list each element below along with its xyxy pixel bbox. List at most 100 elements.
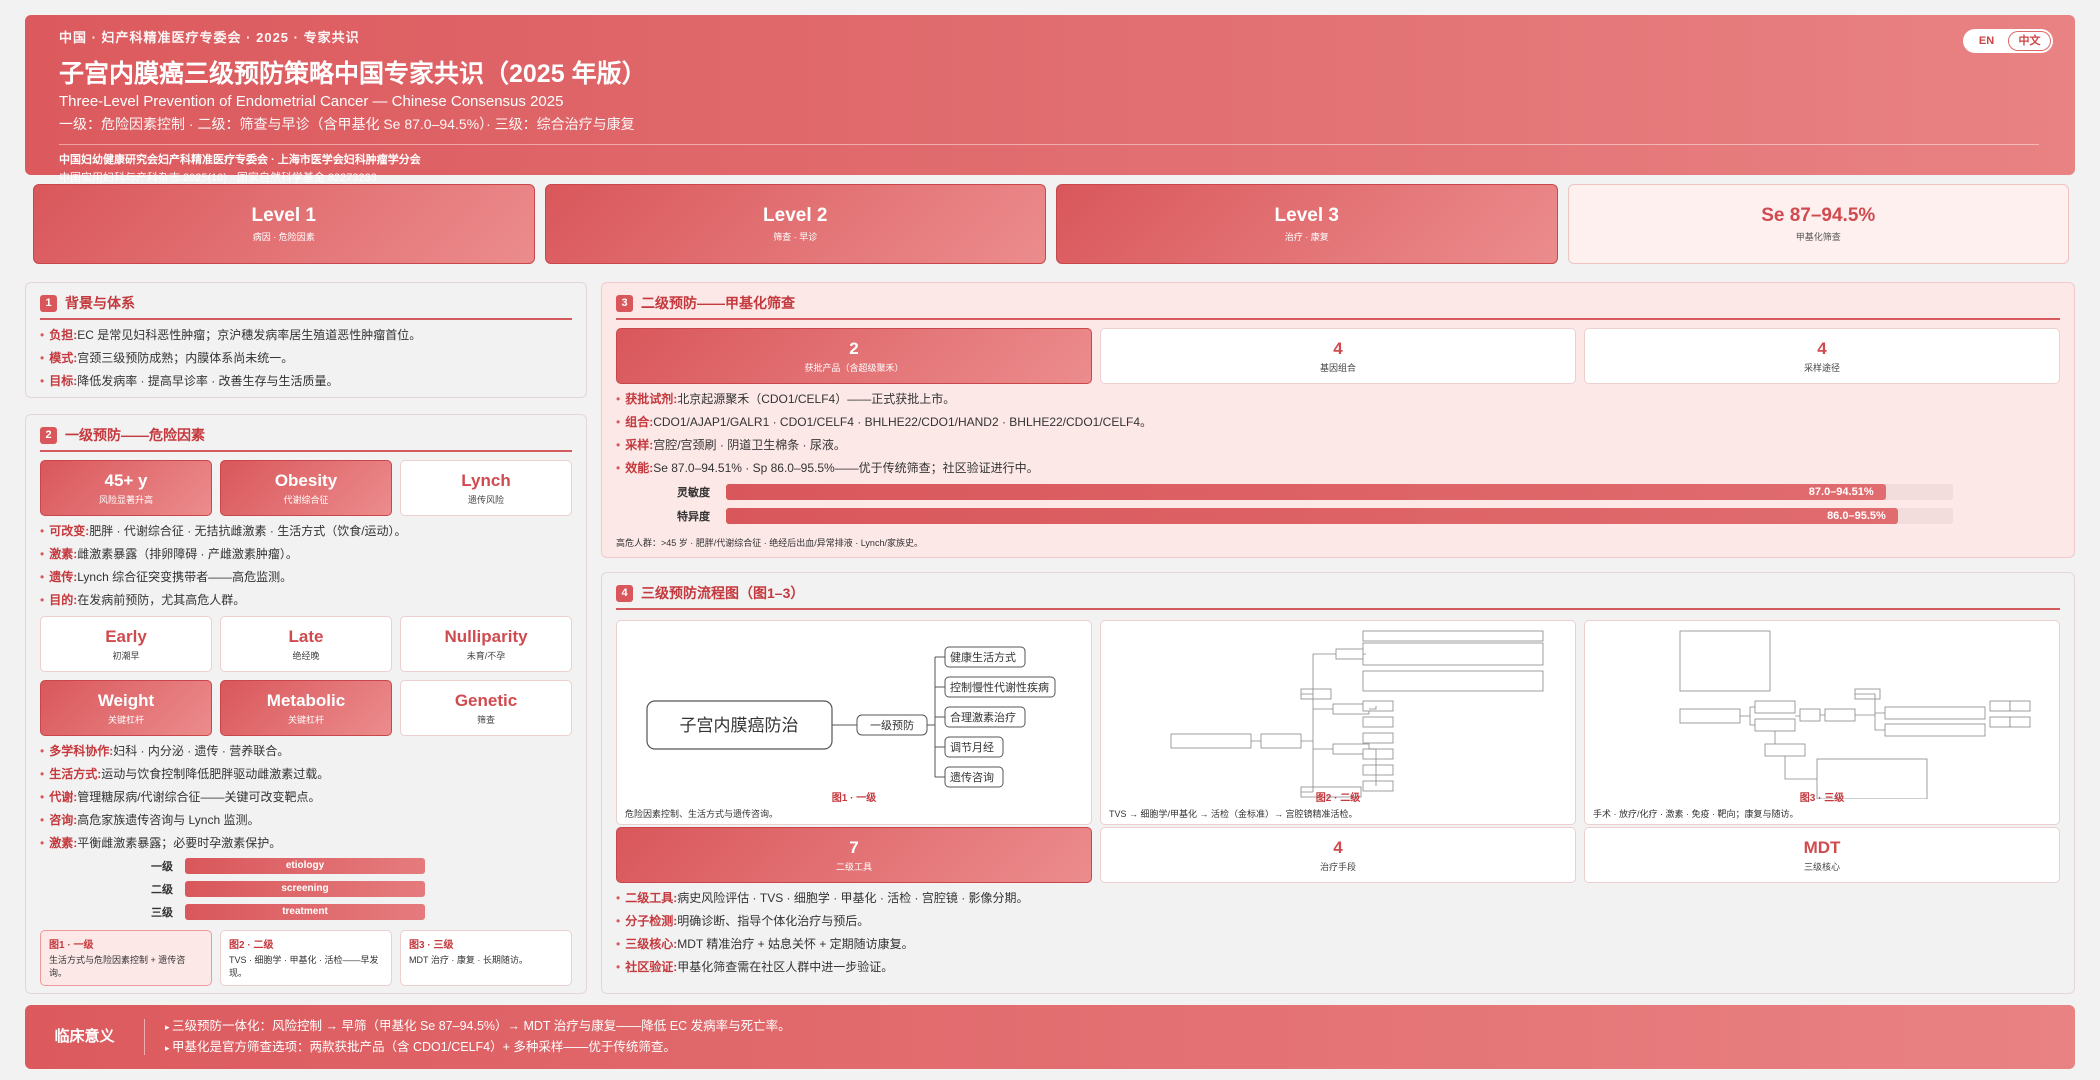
level-bar-row: 二级 screening bbox=[40, 881, 572, 897]
poster: 中国 · 妇产科精准医疗专委会 · 2025 · 专家共识 子宫内膜癌三级预防策… bbox=[0, 0, 2100, 1080]
stat-value: Early bbox=[105, 626, 147, 646]
level-card-label: 治疗 · 康复 bbox=[1284, 232, 1329, 242]
bullet-key: 效能: bbox=[625, 461, 654, 475]
level-card-label: 病因 · 危险因素 bbox=[252, 232, 315, 242]
stat-label: 获批产品（含超级聚禾） bbox=[804, 362, 904, 373]
screening-cards: 2 获批产品（含超级聚禾） 4 基因组合 4 采样途径 bbox=[616, 328, 2060, 384]
fig1-leaf: 调节月经 bbox=[950, 741, 994, 754]
stat-card-nulliparity: Nulliparity 未育/不孕 bbox=[400, 616, 572, 672]
level-bars: 一级 etiology 二级 screening 三级 treatment bbox=[40, 858, 572, 920]
stat-card-gene-panels: 4 基因组合 bbox=[1100, 328, 1576, 384]
figure-2[interactable]: 图2 · 二级 TVS → 细胞学/甲基化 → 活检（金标准）→ 宫腔镜精准活检… bbox=[1100, 620, 1576, 825]
bullet-key: 多学科协作: bbox=[49, 744, 114, 758]
bullet-key: 可改变: bbox=[49, 524, 90, 538]
clinical-significance-footer: 临床意义 三级预防一体化：风险控制 → 早筛（甲基化 Se 87–94.5%）→… bbox=[25, 1005, 2075, 1069]
bar-label: 一级 bbox=[151, 861, 173, 873]
lang-en-button[interactable]: EN bbox=[1965, 31, 2008, 51]
stat-value: Lynch bbox=[461, 470, 511, 490]
bullet-item: • 咨询:高危家族遗传咨询与 Lynch 监测。 bbox=[40, 813, 260, 827]
stat-value: Obesity bbox=[274, 470, 338, 490]
stat-label: 未育/不孕 bbox=[466, 650, 506, 661]
stat-card-sampling: 4 采样途径 bbox=[1584, 328, 2060, 384]
fig1-mid: 一级预防 bbox=[870, 718, 914, 732]
level-card-value: Level 1 bbox=[251, 205, 316, 226]
caption-card-fig3[interactable]: 图3 · 三级 MDT 治疗 · 康复 · 长期随访。 bbox=[400, 930, 572, 986]
bullet-item: • 负担:EC 是常见妇科恶性肿瘤；京沪穗发病率居生殖道恶性肿瘤首位。 bbox=[40, 328, 422, 342]
stat-value: MDT bbox=[1803, 837, 1841, 857]
section-background: 1 背景与体系 • 负担:EC 是常见妇科恶性肿瘤；京沪穗发病率居生殖道恶性肿瘤首… bbox=[25, 282, 587, 398]
fig1-leaf: 合理激素治疗 bbox=[950, 710, 1016, 724]
bullet-key: 模式: bbox=[49, 351, 78, 365]
bullet-text: 平衡雌激素暴露；必要时孕激素保护。 bbox=[77, 836, 282, 850]
caption-title: 图2 · 二级 bbox=[229, 940, 274, 951]
section-number: 1 bbox=[40, 294, 57, 312]
bullet-item: • 二级工具:病史风险评估 · TVS · 细胞学 · 甲基化 · 活检 · 宫腔… bbox=[616, 891, 1029, 905]
bar-track: etiology bbox=[185, 858, 425, 874]
level-card-3: Level 3 治疗 · 康复 bbox=[1056, 184, 1558, 264]
bullet-item: • 代谢:管理糖尿病/代谢综合征——关键可改变靶点。 bbox=[40, 790, 321, 804]
bullet-text: 北京起源聚禾（CDO1/CELF4）——正式获批上市。 bbox=[677, 392, 956, 406]
bar-track: 87.0–94.51% bbox=[726, 484, 1953, 500]
stat-label: 三级核心 bbox=[1803, 861, 1840, 872]
caption-card-fig1[interactable]: 图1 · 一级 生活方式与危险因素控制 + 遗传咨询。 bbox=[40, 930, 212, 986]
footer-label: 临床意义 bbox=[25, 1019, 145, 1055]
caption-title: 图1 · 一级 bbox=[49, 940, 94, 951]
stat-card-weight: Weight 关键杠杆 bbox=[40, 680, 212, 736]
stat-card-late: Late 绝经晚 bbox=[220, 616, 392, 672]
figure-caption: 图3 · 三级 bbox=[1799, 793, 1845, 804]
stat-value: 4 bbox=[1333, 837, 1343, 857]
figure-description: TVS → 细胞学/甲基化 → 活检（金标准）→ 宫腔镜精准活检。 bbox=[1109, 809, 1358, 819]
level-bar-row: 三级 treatment bbox=[40, 904, 572, 920]
level-card-2: Level 2 筛查 · 早诊 bbox=[544, 184, 1046, 264]
stat-card-obesity: Obesity 代谢综合征 bbox=[220, 460, 392, 516]
figure-caption: 图1 · 一级 bbox=[831, 793, 877, 804]
figure-3[interactable]: 图3 · 三级 手术 · 放疗/化疗 · 激素 · 免疫 · 靶向；康复与随访。 bbox=[1584, 620, 2060, 825]
bullet-key: 采样: bbox=[625, 438, 654, 452]
bullet-item: • 分子检测:明确诊断、指导个体化治疗与预后。 bbox=[616, 914, 870, 928]
bullet-item: • 社区验证:甲基化筛查需在社区人群中进一步验证。 bbox=[616, 960, 894, 974]
fig1-leaf: 健康生活方式 bbox=[950, 650, 1016, 664]
bullet-key: 获批试剂: bbox=[625, 392, 678, 406]
level-card-methylation: Se 87–94.5% 甲基化筛查 bbox=[1567, 184, 2069, 264]
stat-label: 二级工具 bbox=[835, 861, 872, 872]
bullet-key: 激素: bbox=[49, 547, 78, 561]
lang-zh-button[interactable]: 中文 bbox=[2008, 31, 2051, 51]
stat-label: 基因组合 bbox=[1319, 362, 1356, 373]
bar-fill: treatment bbox=[185, 904, 425, 920]
stat-value: Genetic bbox=[454, 690, 518, 710]
bullet-item: • 目标:降低发病率 · 提高早诊率 · 改善生存与生活质量。 bbox=[40, 374, 339, 388]
section-title: 二级预防——甲基化筛查 bbox=[641, 295, 795, 311]
footer-items: 三级预防一体化：风险控制 → 早筛（甲基化 Se 87–94.5%）→ MDT … bbox=[145, 1016, 791, 1058]
bullet-text: 明确诊断、指导个体化治疗与预后。 bbox=[677, 914, 870, 928]
reproductive-cards: Early 初潮早 Late 绝经晚 Nulliparity 未育/不孕 bbox=[40, 616, 572, 672]
header-kicker: 中国 · 妇产科精准医疗专委会 · 2025 · 专家共识 bbox=[59, 30, 360, 45]
bullet-text: 降低发病率 · 提高早诊率 · 改善生存与生活质量。 bbox=[77, 374, 339, 388]
stat-label: 绝经晚 bbox=[292, 650, 320, 661]
bar-fill: 87.0–94.51% bbox=[726, 484, 1886, 500]
journal-line: 中国实用妇科与产科杂志 2025(10) · 国家自然科学基金 82273233 bbox=[59, 172, 377, 184]
bullet-item: • 激素:雌激素暴露（排卵障碍 · 产雌激素肿瘤）。 bbox=[40, 547, 298, 561]
bullet-text: 运动与饮食控制降低肥胖驱动雌激素过载。 bbox=[101, 767, 330, 781]
stat-value: 4 bbox=[1817, 338, 1827, 358]
stat-card-lynch: Lynch 遗传风险 bbox=[400, 460, 572, 516]
language-toggle: EN 中文 bbox=[1963, 29, 2053, 53]
stat-label: 风险显著升高 bbox=[98, 494, 153, 505]
bullet-text: CDO1/AJAP1/GALR1 · CDO1/CELF4 · BHLHE22/… bbox=[653, 415, 1153, 429]
caption-text: TVS · 细胞学 · 甲基化 · 活检——早发现。 bbox=[229, 955, 379, 978]
caption-card-fig2[interactable]: 图2 · 二级 TVS · 细胞学 · 甲基化 · 活检——早发现。 bbox=[220, 930, 392, 986]
stat-value: 45+ y bbox=[104, 470, 148, 490]
level-card-label: 筛查 · 早诊 bbox=[773, 232, 818, 242]
figure-1[interactable]: 子宫内膜癌防治 一级预防 健康生活方式 控制慢性代谢性疾病 合理激素治疗 调节月… bbox=[616, 620, 1092, 825]
bullet-text: 雌激素暴露（排卵障碍 · 产雌激素肿瘤）。 bbox=[77, 547, 298, 561]
section-number: 2 bbox=[40, 426, 57, 444]
high-risk-note: 高危人群：>45 岁 · 肥胖/代谢综合征 · 绝经后出血/异常排液 · Lyn… bbox=[616, 538, 923, 548]
bullet-text: 病史风险评估 · TVS · 细胞学 · 甲基化 · 活检 · 宫腔镜 · 影像… bbox=[677, 891, 1029, 905]
fig1-leaf: 遗传咨询 bbox=[950, 770, 994, 784]
bullet-key: 咨询: bbox=[49, 813, 78, 827]
header-divider bbox=[59, 144, 2039, 145]
bullet-text: EC 是常见妇科恶性肿瘤；京沪穗发病率居生殖道恶性肿瘤首位。 bbox=[77, 328, 422, 342]
bullet-key: 分子检测: bbox=[625, 914, 678, 928]
bullet-key: 遗传: bbox=[49, 570, 78, 584]
stat-label: 代谢综合征 bbox=[283, 494, 329, 505]
stat-card-metabolic: Metabolic 关键杠杆 bbox=[220, 680, 392, 736]
